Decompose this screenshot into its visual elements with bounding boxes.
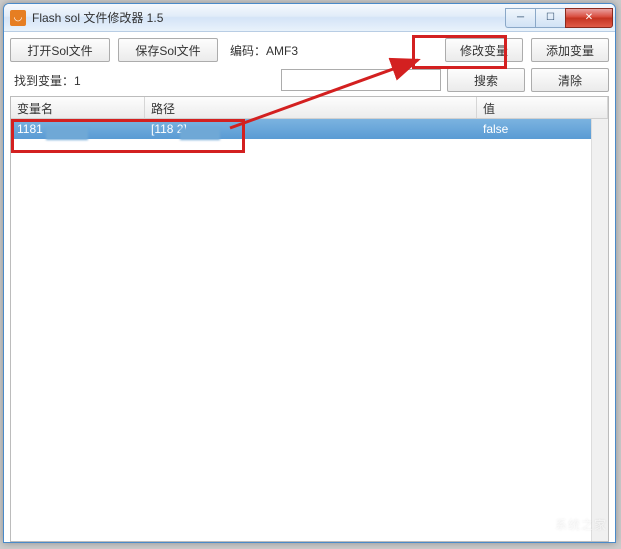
variable-table: 变量名 路径 值 1181 [118 2] false: [10, 96, 609, 542]
modify-var-button[interactable]: 修改变量: [445, 38, 523, 62]
add-var-button[interactable]: 添加变量: [531, 38, 609, 62]
save-sol-button[interactable]: 保存Sol文件: [118, 38, 218, 62]
minimize-button[interactable]: ─: [505, 8, 535, 28]
redaction-patch: [46, 128, 88, 140]
titlebar[interactable]: Flash sol 文件修改器 1.5 ─ ☐ ✕: [4, 4, 615, 32]
table-header: 变量名 路径 值: [11, 97, 608, 119]
window-controls: ─ ☐ ✕: [505, 8, 613, 28]
app-icon: [10, 10, 26, 26]
toolbar: 打开Sol文件 保存Sol文件 编码：AMF3 修改变量 添加变量: [10, 38, 609, 62]
encoding-label: 编码：AMF3: [230, 42, 298, 59]
app-window: Flash sol 文件修改器 1.5 ─ ☐ ✕ 打开Sol文件 保存Sol文…: [3, 3, 616, 543]
found-count-label: 找到变量：1: [10, 72, 81, 89]
redaction-patch: [180, 128, 220, 140]
window-title: Flash sol 文件修改器 1.5: [32, 9, 163, 26]
cell-value: false: [477, 120, 608, 138]
clear-button[interactable]: 清除: [531, 68, 609, 92]
maximize-button[interactable]: ☐: [535, 8, 565, 28]
vertical-scrollbar[interactable]: [591, 119, 608, 541]
search-button[interactable]: 搜索: [447, 68, 525, 92]
col-header-path[interactable]: 路径: [145, 97, 477, 118]
search-input[interactable]: [281, 69, 441, 91]
table-row[interactable]: 1181 [118 2] false: [11, 119, 608, 139]
col-header-value[interactable]: 值: [477, 97, 608, 118]
col-header-name[interactable]: 变量名: [11, 97, 145, 118]
open-sol-button[interactable]: 打开Sol文件: [10, 38, 110, 62]
close-button[interactable]: ✕: [565, 8, 613, 28]
search-row: 找到变量：1 搜索 清除: [10, 68, 609, 92]
content-area: 打开Sol文件 保存Sol文件 编码：AMF3 修改变量 添加变量 找到变量：1…: [4, 32, 615, 543]
